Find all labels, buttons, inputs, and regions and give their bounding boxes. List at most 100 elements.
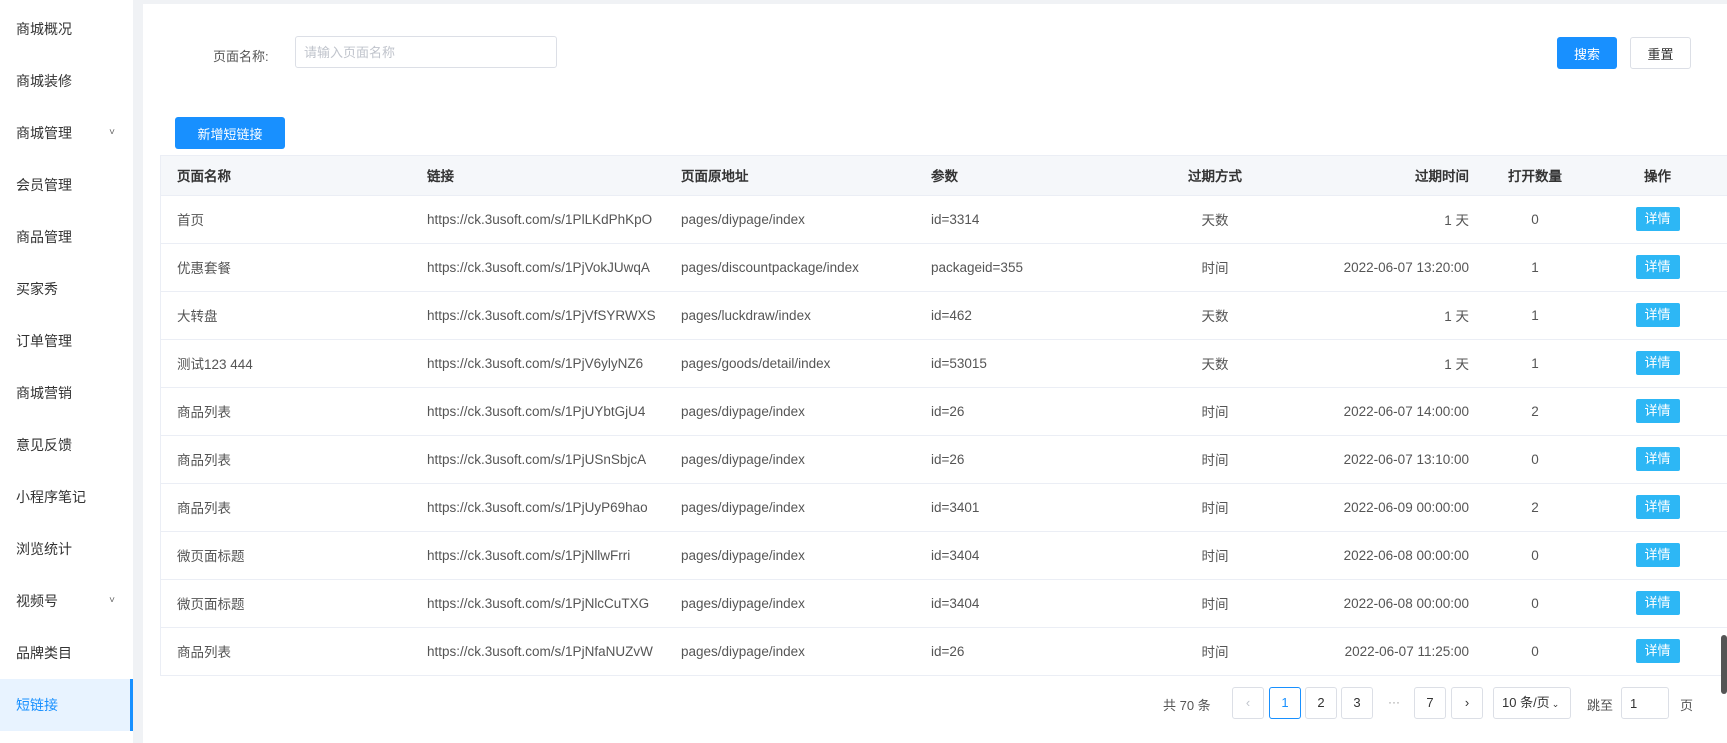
- cell-expire-time: 1 天: [1285, 339, 1485, 388]
- detail-button[interactable]: 详情: [1635, 447, 1680, 471]
- cell-link: https://ck.3usoft.com/s/1PjV6ylyNZ6: [411, 339, 665, 388]
- sidebar-item-1[interactable]: 商城装修: [0, 55, 133, 107]
- cell-params: id=462: [915, 291, 1145, 340]
- cell-actions: 详情: [1585, 243, 1727, 292]
- detail-button[interactable]: 详情: [1635, 255, 1680, 279]
- sidebar-item-10[interactable]: 浏览统计: [0, 523, 133, 575]
- cell-original-path: pages/diypage/index: [665, 531, 915, 580]
- cell-actions: 详情: [1585, 291, 1727, 340]
- sidebar-item-label: 商城营销: [16, 385, 72, 401]
- page-button-2[interactable]: 2: [1305, 687, 1337, 719]
- detail-button[interactable]: 详情: [1635, 303, 1680, 327]
- detail-button[interactable]: 详情: [1635, 207, 1680, 231]
- sidebar-item-6[interactable]: 订单管理: [0, 315, 133, 367]
- cell-actions: 详情: [1585, 531, 1727, 580]
- cell-params: id=26: [915, 435, 1145, 484]
- sidebar-item-12[interactable]: 品牌类目: [0, 627, 133, 679]
- cell-open-count: 1: [1485, 291, 1585, 340]
- detail-button[interactable]: 详情: [1635, 639, 1680, 664]
- cell-expire-time: 2022-06-09 00:00:00: [1285, 483, 1485, 532]
- cell-page-name: 商品列表: [161, 435, 411, 484]
- sidebar-item-label: 商城概况: [16, 21, 72, 37]
- cell-params: id=3401: [915, 483, 1145, 532]
- table-row: 商品列表 https://ck.3usoft.com/s/1PjUYbtGjU4 p…: [161, 387, 1727, 436]
- cell-original-path: pages/diypage/index: [681, 643, 805, 659]
- table-row: 微页面标题 https://ck.3usoft.com/s/1PjNllwFrri…: [161, 531, 1727, 580]
- sidebar-item-5[interactable]: 买家秀: [0, 263, 133, 315]
- reset-button[interactable]: 重置: [1630, 37, 1691, 69]
- sidebar-item-label: 订单管理: [16, 333, 72, 349]
- sidebar-item-label: 意见反馈: [16, 437, 72, 453]
- page-button-3[interactable]: 3: [1341, 687, 1373, 719]
- add-short-link-button[interactable]: 新增短链接: [175, 117, 285, 149]
- cell-expire-type: 时间: [1145, 387, 1285, 436]
- cell-open-count: 2: [1485, 483, 1585, 532]
- chevron-down-icon: ˅: [109, 127, 115, 138]
- sidebar-item-13[interactable]: 短链接: [0, 679, 133, 731]
- cell-actions: 详情: [1585, 195, 1727, 244]
- cell-page-name: 测试123 444: [161, 339, 411, 388]
- sidebar-item-11[interactable]: 视频号 ˅: [0, 575, 133, 627]
- sidebar-item-label: 小程序笔记: [16, 489, 86, 505]
- sidebar-item-label: 商城装修: [16, 73, 72, 89]
- cell-original-path: pages/goods/detail/index: [665, 339, 915, 388]
- cell-expire-time: 2022-06-07 13:20:00: [1285, 243, 1485, 292]
- sidebar-item-8[interactable]: 意见反馈: [0, 419, 133, 471]
- chevron-down-icon: ˅: [109, 595, 115, 606]
- cell-open-count: 0: [1485, 531, 1585, 580]
- col-header-open-count: 打开数量: [1485, 156, 1585, 196]
- page-button-1[interactable]: 1: [1269, 687, 1301, 719]
- sidebar-item-label: 买家秀: [16, 281, 58, 297]
- cell-open-count: 0: [1485, 579, 1585, 628]
- cell-expire-time: 1 天: [1285, 195, 1485, 244]
- page-scrollbar-thumb[interactable]: [1721, 635, 1727, 694]
- col-header-params: 参数: [915, 156, 1145, 196]
- sidebar-item-0[interactable]: 商城概况: [0, 3, 133, 55]
- sidebar-item-label: 浏览统计: [16, 541, 72, 557]
- cell-link: https://ck.3usoft.com/s/1PjNfaNUZvW: [427, 643, 653, 659]
- page-button-last[interactable]: 7: [1414, 687, 1446, 719]
- cell-link: https://ck.3usoft.com/s/1PjNlcCuTXG: [411, 579, 665, 628]
- page-name-label: 页面名称:: [213, 49, 269, 64]
- detail-button[interactable]: 详情: [1635, 543, 1680, 567]
- detail-button[interactable]: 详情: [1635, 591, 1680, 615]
- cell-open-count: 0: [1485, 435, 1585, 484]
- cell-actions: 详情: [1585, 627, 1727, 675]
- cell-original-path: pages/diypage/index: [665, 579, 915, 628]
- goto-page-input[interactable]: [1621, 687, 1669, 719]
- table-row: 大转盘 https://ck.3usoft.com/s/1PjVfSYRWXS pa…: [161, 291, 1727, 340]
- page-name-search-input[interactable]: [295, 36, 557, 68]
- table-row: 商品列表 https://ck.3usoft.com/s/1PjUSnSbjcA p…: [161, 435, 1727, 484]
- chevron-down-icon: ⌄: [1551, 699, 1560, 709]
- chevron-left-icon: ‹: [1245, 695, 1251, 710]
- next-page-button[interactable]: ›: [1451, 687, 1483, 719]
- cell-link: https://ck.3usoft.com/s/1PjVfSYRWXS: [411, 291, 665, 340]
- sidebar-item-7[interactable]: 商城营销: [0, 367, 133, 419]
- detail-button[interactable]: 详情: [1635, 399, 1680, 423]
- cell-expire-type: 时间: [1145, 435, 1285, 484]
- sidebar-item-4[interactable]: 商品管理: [0, 211, 133, 263]
- table-row: 优惠套餐 https://ck.3usoft.com/s/1PjVokJUwqA p…: [161, 243, 1727, 292]
- sidebar-item-2[interactable]: 商城管理 ˅: [0, 107, 133, 159]
- detail-button[interactable]: 详情: [1635, 351, 1680, 375]
- cell-actions: 详情: [1585, 435, 1727, 484]
- cell-page-name: 商品列表: [177, 645, 231, 661]
- sidebar-item-3[interactable]: 会员管理: [0, 159, 133, 211]
- cell-actions: 详情: [1585, 387, 1727, 436]
- page-size-select[interactable]: 10 条/页 ⌄: [1493, 687, 1571, 719]
- detail-button[interactable]: 详情: [1635, 495, 1680, 519]
- table-row: 测试123 444 https://ck.3usoft.com/s/1PjV6yl…: [161, 339, 1727, 388]
- prev-page-button[interactable]: ‹: [1232, 687, 1264, 719]
- search-button[interactable]: 搜索: [1557, 37, 1617, 69]
- cell-actions: 详情: [1585, 579, 1727, 628]
- sidebar-item-label: 商城管理: [16, 125, 72, 141]
- sidebar-item-9[interactable]: 小程序笔记: [0, 471, 133, 523]
- table-row: 微页面标题 https://ck.3usoft.com/s/1PjNlcCuTXG…: [161, 579, 1727, 628]
- page-ellipsis[interactable]: ···: [1378, 687, 1410, 719]
- cell-expire-type: 时间: [1145, 483, 1285, 532]
- cell-link: https://ck.3usoft.com/s/1PjNllwFrri: [411, 531, 665, 580]
- cell-open-count: 0: [1485, 195, 1585, 244]
- short-link-table: 页面名称 链接 页面原地址 参数 过期方式 过期时间 打开数量 操作 首页 htt…: [160, 155, 1727, 676]
- cell-params: id=26: [931, 643, 965, 659]
- col-header-expire-type: 过期方式: [1145, 156, 1285, 196]
